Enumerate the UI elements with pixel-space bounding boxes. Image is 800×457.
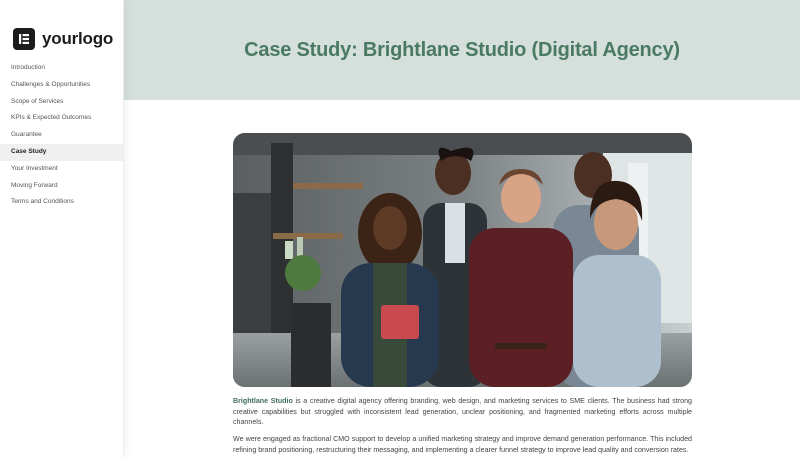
paragraph-intro: Brightlane Studio is a creative digital … (233, 396, 692, 428)
logo-text: yourlogo (42, 28, 114, 48)
nav-item-scope[interactable]: Scope of Services (0, 94, 123, 111)
nav-item-kpis[interactable]: KPIs & Expected Outcomes (0, 110, 123, 127)
page-header-banner: Case Study: Brightlane Studio (Digital A… (124, 0, 800, 100)
page-title: Case Study: Brightlane Studio (Digital A… (244, 38, 680, 61)
nav-item-investment[interactable]: Your Investment (0, 161, 123, 178)
nav-item-case-study[interactable]: Case Study (0, 143, 123, 161)
nav-item-challenges[interactable]: Challenges & Opportunities (0, 77, 123, 94)
logo[interactable]: yourlogo (0, 0, 123, 60)
paragraph-intro-text: is a creative digital agency offering br… (233, 397, 692, 427)
paragraph-engagement: We were engaged as fractional CMO suppor… (233, 435, 692, 454)
nav-item-guarantee[interactable]: Guarantee (0, 127, 123, 144)
nav-item-terms[interactable]: Terms and Conditions (0, 194, 123, 211)
team-photo (233, 133, 692, 387)
elementor-icon (13, 27, 35, 50)
nav-item-introduction[interactable]: Introduction (0, 60, 123, 77)
nav-item-moving-forward[interactable]: Moving Forward (0, 178, 123, 195)
sidebar-nav: Introduction Challenges & Opportunities … (0, 60, 123, 211)
sidebar: yourlogo Introduction Challenges & Oppor… (0, 0, 124, 457)
brand-name: Brightlane Studio (233, 397, 293, 405)
main-content: Case Study: Brightlane Studio (Digital A… (124, 0, 800, 457)
